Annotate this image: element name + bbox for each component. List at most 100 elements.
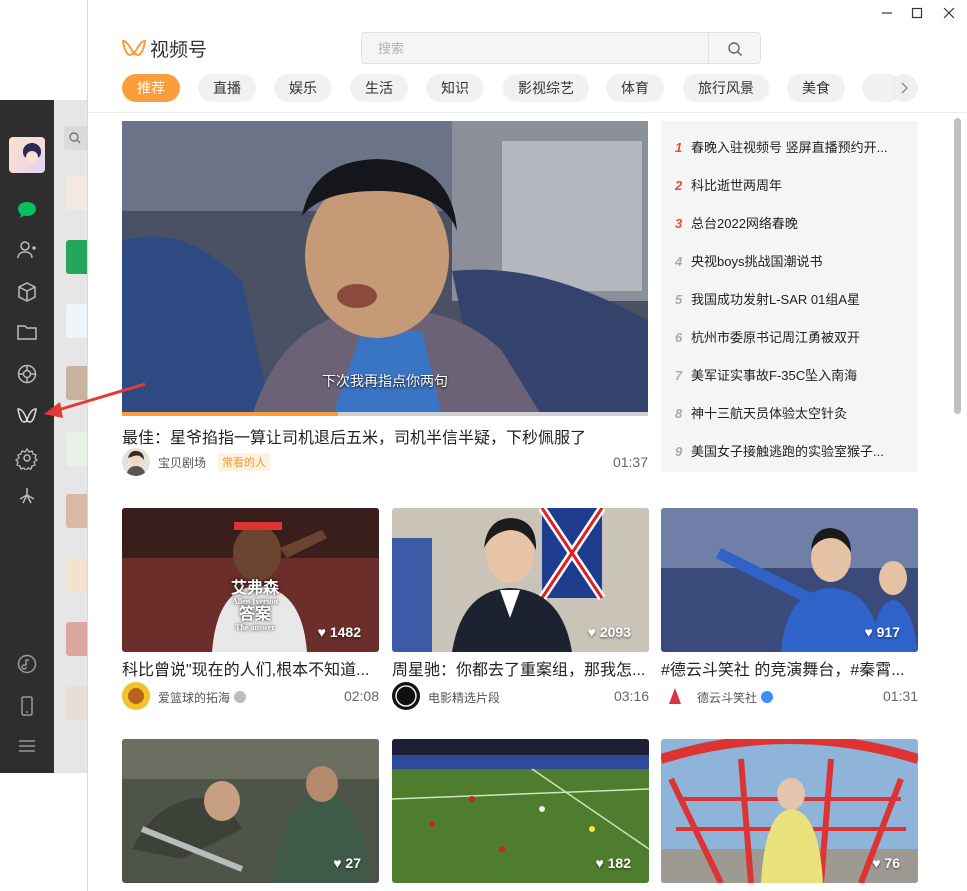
- trending-item[interactable]: 8 神十三航天员体验太空针灸: [675, 403, 910, 423]
- featured-video-title[interactable]: 最佳：星爷掐指一算让司机退后五米，司机半信半疑，下秒佩服了: [122, 424, 648, 448]
- featured-video[interactable]: 下次我再指点你两句: [122, 121, 648, 416]
- verified-badge-icon: [761, 691, 774, 703]
- video-thumbnail[interactable]: ♥ 182: [392, 739, 649, 883]
- video-meta: 爱篮球的拓海 02:08: [122, 682, 379, 710]
- heart-icon: ♥: [317, 624, 326, 640]
- video-progress-track[interactable]: [122, 412, 648, 416]
- tab-travel[interactable]: 旅行风景: [683, 74, 769, 102]
- category-tabs: 推荐 直播 娱乐 生活 知识 影视综艺 体育 旅行风景 美食: [122, 74, 922, 102]
- trending-text: 央视boys挑战国潮说书: [691, 254, 823, 269]
- featured-video-meta: 宝贝剧场 常看的人 01:37: [122, 448, 648, 476]
- chat-icon[interactable]: [15, 198, 39, 222]
- heart-icon: ♥: [587, 624, 596, 640]
- tab-recommended[interactable]: 推荐: [122, 74, 180, 102]
- trending-list: 1 春晚入驻视频号 竖屏直播预约开... 2 科比逝世两周年 3 总台2022网络春晚…: [661, 121, 918, 472]
- author-avatar[interactable]: [122, 448, 150, 476]
- search-icon: [728, 42, 742, 56]
- author-name[interactable]: 宝贝剧场: [158, 454, 206, 471]
- heart-icon: ♥: [872, 855, 881, 871]
- trending-rank: 2: [675, 178, 683, 193]
- tab-film-variety[interactable]: 影视综艺: [503, 74, 589, 102]
- maximize-icon[interactable]: [906, 4, 928, 22]
- minimize-icon[interactable]: [876, 4, 898, 22]
- video-title[interactable]: 周星驰：你都去了重案组，那我怎...: [392, 656, 649, 680]
- video-title[interactable]: 科比曾说"现在的人们,根本不知道...: [122, 656, 379, 680]
- search-icon: [69, 132, 81, 144]
- author-avatar[interactable]: [122, 682, 150, 710]
- video-thumbnail[interactable]: ♥ 2093: [392, 508, 649, 652]
- trending-text: 总台2022网络春晚: [691, 216, 798, 231]
- user-avatar[interactable]: [9, 137, 45, 173]
- scrollbar[interactable]: [954, 118, 961, 414]
- like-count: ♥ 76: [872, 855, 900, 871]
- video-thumbnail[interactable]: ♥ 917: [661, 508, 918, 652]
- music-icon[interactable]: [15, 652, 39, 676]
- trending-item[interactable]: 2 科比逝世两周年: [675, 175, 910, 195]
- search-input[interactable]: [362, 33, 707, 63]
- video-thumbnail[interactable]: ♥ 27: [122, 739, 379, 883]
- trending-text: 美军证实事故F-35C坠入南海: [691, 368, 858, 383]
- search-discover-icon[interactable]: [15, 484, 39, 508]
- tab-food[interactable]: 美食: [787, 74, 845, 102]
- like-count: ♥ 182: [595, 855, 631, 871]
- video-meta: 电影精选片段 03:16: [392, 682, 649, 710]
- channels-icon[interactable]: [15, 404, 39, 428]
- menu-icon[interactable]: [15, 734, 39, 758]
- tab-sports[interactable]: 体育: [606, 74, 664, 102]
- video-duration: 01:37: [612, 454, 648, 470]
- author-name[interactable]: 电影精选片段: [428, 689, 500, 706]
- video-subtitle: 下次我再指点你两句: [322, 373, 448, 389]
- trending-text: 我国成功发射L-SAR 01组A星: [691, 292, 861, 307]
- author-name[interactable]: 爱篮球的拓海: [158, 689, 247, 706]
- tabs-next-button[interactable]: [890, 74, 918, 102]
- author-avatar[interactable]: [392, 682, 420, 710]
- tab-life[interactable]: 生活: [350, 74, 408, 102]
- like-count: ♥ 917: [864, 624, 900, 640]
- author-name[interactable]: 德云斗笑社: [697, 689, 774, 706]
- trending-rank: 7: [675, 368, 683, 383]
- channels-window: 视频号 推荐 直播 娱乐 生活 知识 影视综艺 体育 旅行风景 美食: [87, 0, 967, 891]
- heart-icon: ♥: [333, 855, 342, 871]
- video-title[interactable]: #德云斗笑社 的竞演舞台，#秦霄...: [661, 656, 918, 680]
- trending-item[interactable]: 7 美军证实事故F-35C坠入南海: [675, 365, 910, 385]
- trending-item[interactable]: 1 春晚入驻视频号 竖屏直播预约开...: [675, 137, 910, 157]
- tab-live[interactable]: 直播: [198, 74, 256, 102]
- chevron-right-icon: [901, 82, 908, 94]
- trending-item[interactable]: 5 我国成功发射L-SAR 01组A星: [675, 289, 910, 309]
- mini-programs-gear-icon[interactable]: [15, 446, 39, 470]
- trending-rank: 6: [675, 330, 683, 345]
- moments-icon[interactable]: [15, 362, 39, 386]
- wechat-sidebar: [0, 100, 54, 773]
- thumbnail-overlay-text: 艾弗森 Allen Iverson 答案 The answer: [230, 580, 279, 632]
- trending-rank: 4: [675, 254, 683, 269]
- phone-icon[interactable]: [15, 694, 39, 718]
- channels-logo-icon: [122, 39, 146, 57]
- trending-text: 美国女子接触逃跑的实验室猴子...: [691, 444, 884, 459]
- video-duration: 02:08: [343, 688, 379, 704]
- trending-item[interactable]: 6 杭州市委原书记周江勇被双开: [675, 327, 910, 347]
- video-thumbnail[interactable]: ♥ 76: [661, 739, 918, 883]
- video-thumbnail[interactable]: 艾弗森 Allen Iverson 答案 The answer ♥ 1482: [122, 508, 379, 652]
- trending-item[interactable]: 9 美国女子接触逃跑的实验室猴子...: [675, 441, 910, 461]
- trending-text: 科比逝世两周年: [691, 178, 783, 193]
- close-icon[interactable]: [938, 4, 960, 22]
- search-button[interactable]: [708, 33, 760, 63]
- tab-entertainment[interactable]: 娱乐: [274, 74, 332, 102]
- trending-rank: 5: [675, 292, 683, 307]
- trending-rank: 3: [675, 216, 683, 231]
- trending-text: 春晚入驻视频号 竖屏直播预约开...: [691, 140, 888, 155]
- like-count: ♥ 27: [333, 855, 361, 871]
- author-avatar[interactable]: [661, 682, 689, 710]
- wechat-main-window: [0, 100, 104, 773]
- trending-text: 神十三航天员体验太空针灸: [691, 406, 848, 421]
- trending-rank: 9: [675, 444, 683, 459]
- favorites-cube-icon[interactable]: [15, 280, 39, 304]
- tab-knowledge[interactable]: 知识: [426, 74, 484, 102]
- folder-icon[interactable]: [15, 320, 39, 344]
- contacts-icon[interactable]: [15, 238, 39, 262]
- trending-item[interactable]: 4 央视boys挑战国潮说书: [675, 251, 910, 271]
- trending-item[interactable]: 3 总台2022网络春晚: [675, 213, 910, 233]
- video-duration: 01:31: [882, 688, 918, 704]
- search-bar: [361, 32, 761, 64]
- header-divider: [88, 112, 967, 113]
